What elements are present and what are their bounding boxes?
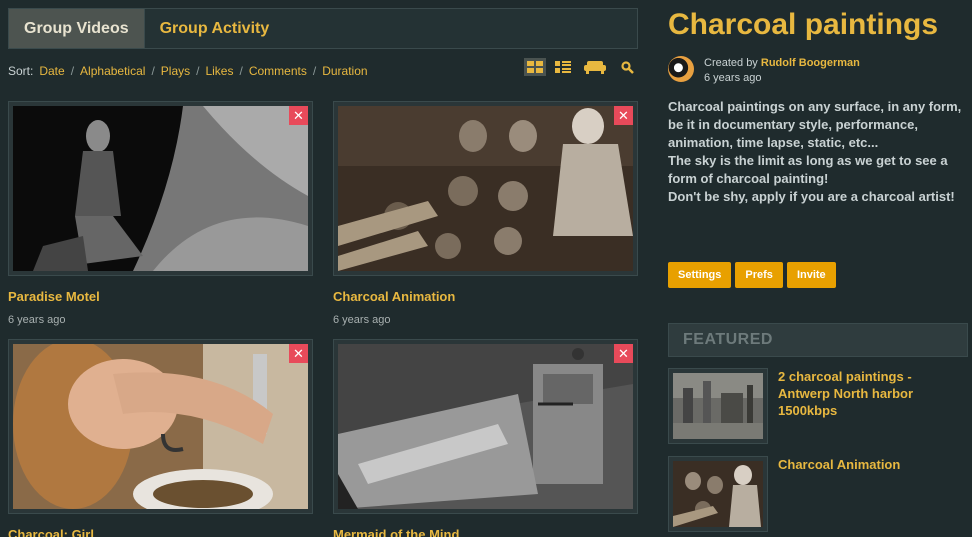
prefs-button[interactable]: Prefs <box>735 262 783 288</box>
remove-video-button[interactable]: ✕ <box>614 106 633 125</box>
search-icon[interactable] <box>616 58 638 76</box>
video-thumbnail[interactable]: ✕ <box>333 339 638 514</box>
group-title: Charcoal paintings <box>668 8 939 41</box>
featured-heading: FEATURED <box>668 323 968 357</box>
video-thumbnail-image <box>338 344 633 509</box>
tab-group-videos[interactable]: Group Videos <box>9 9 145 48</box>
featured-title[interactable]: 2 charcoal paintings - Antwerp North har… <box>778 368 963 444</box>
featured-title[interactable]: Charcoal Animation <box>778 456 963 532</box>
sort-separator: / <box>151 64 155 78</box>
video-title[interactable]: Charcoal Animation <box>333 289 638 304</box>
group-age: 6 years ago <box>704 72 762 84</box>
video-card: ✕ Mermaid of the Mind <box>333 339 638 537</box>
sort-duration-link[interactable]: Duration <box>322 64 367 78</box>
featured-item: 2 charcoal paintings - Antwerp North har… <box>668 368 968 444</box>
video-age: 6 years ago <box>8 314 66 326</box>
creator-name-link[interactable]: Rudolf Boogerman <box>761 57 860 69</box>
remove-video-button[interactable]: ✕ <box>614 344 633 363</box>
video-card: ✕ Charcoal: Girl <box>8 339 313 537</box>
sort-separator: / <box>196 64 200 78</box>
video-age: 6 years ago <box>333 314 391 326</box>
featured-thumbnail[interactable] <box>668 368 768 444</box>
sort-separator: / <box>70 64 75 78</box>
sort-plays-link[interactable]: Plays <box>161 64 190 78</box>
remove-video-button[interactable]: ✕ <box>289 106 308 125</box>
description-line: Don't be shy, apply if you are a charcoa… <box>668 189 955 204</box>
description-line: Charcoal paintings on any surface, in an… <box>668 99 962 150</box>
view-tools <box>524 58 638 76</box>
sort-bar: Sort: Date / Alphabetical / Plays / Like… <box>8 58 638 80</box>
video-thumbnail[interactable]: ✕ <box>333 101 638 276</box>
featured-thumbnail[interactable] <box>668 456 768 532</box>
remove-video-button[interactable]: ✕ <box>289 344 308 363</box>
sort-comments-link[interactable]: Comments <box>249 64 307 78</box>
sort-alphabetical-link[interactable]: Alphabetical <box>80 64 145 78</box>
invite-button[interactable]: Invite <box>786 262 836 288</box>
list-view-icon[interactable] <box>552 58 574 76</box>
sort-separator: / <box>312 64 317 78</box>
tab-bar: Group Videos Group Activity <box>8 8 638 49</box>
sort-likes-link[interactable]: Likes <box>205 64 233 78</box>
settings-button[interactable]: Settings <box>668 262 732 288</box>
video-thumbnail-image <box>13 106 308 271</box>
sort-separator: / <box>239 64 243 78</box>
video-thumbnail-image <box>338 106 633 271</box>
sort-date-link[interactable]: Date <box>39 64 64 78</box>
creator-info: Created by Rudolf Boogerman 6 years ago <box>668 56 860 86</box>
featured-item: Charcoal Animation <box>668 456 968 532</box>
group-description: Charcoal paintings on any surface, in an… <box>668 98 968 206</box>
sort-label: Sort: <box>8 64 34 78</box>
video-card: ✕ Paradise Motel 6 years ago <box>8 101 313 326</box>
video-title[interactable]: Paradise Motel <box>8 289 313 304</box>
video-card: ✕ Charcoal Animation 6 years ago <box>333 101 638 326</box>
group-actions: Settings Prefs Invite <box>668 262 836 288</box>
video-thumbnail[interactable]: ✕ <box>8 339 313 514</box>
featured-thumbnail-image <box>673 461 763 527</box>
avatar[interactable] <box>668 56 694 82</box>
tab-group-activity[interactable]: Group Activity <box>145 9 285 48</box>
grid-view-icon[interactable] <box>524 58 546 76</box>
video-thumbnail-image <box>13 344 308 509</box>
video-title[interactable]: Mermaid of the Mind <box>333 527 638 537</box>
featured-thumbnail-image <box>673 373 763 439</box>
created-by-label: Created by <box>704 57 758 69</box>
description-line: The sky is the limit as long as we get t… <box>668 153 948 186</box>
video-thumbnail[interactable]: ✕ <box>8 101 313 276</box>
couch-icon[interactable] <box>580 58 610 76</box>
video-title[interactable]: Charcoal: Girl <box>8 527 313 537</box>
